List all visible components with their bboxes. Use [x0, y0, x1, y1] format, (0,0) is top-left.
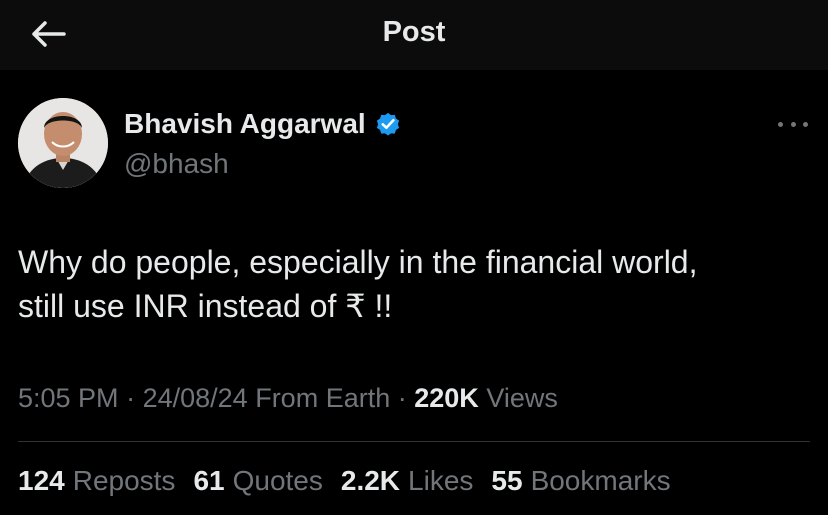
- separator: ·: [126, 383, 143, 413]
- likes-label: Likes: [408, 465, 474, 496]
- post-time[interactable]: 5:05 PM: [18, 383, 119, 413]
- avatar[interactable]: [18, 98, 108, 188]
- post-location: From Earth: [255, 383, 391, 413]
- views-count: 220K: [414, 383, 479, 413]
- page-title: Post: [382, 16, 446, 48]
- likes-count: 2.2K: [340, 465, 401, 496]
- dot-icon: [778, 121, 783, 127]
- post-text: Why do people, especially in the financi…: [18, 240, 808, 328]
- verified-badge-icon: [376, 112, 399, 136]
- reposts-stat[interactable]: 124 Reposts: [18, 465, 175, 497]
- engagement-stats: 124 Reposts 61 Quotes 2.2K Likes 55 Bookmark…: [18, 465, 689, 497]
- dot-icon: [790, 121, 796, 127]
- likes-stat[interactable]: 2.2K Likes: [341, 465, 474, 497]
- author-name[interactable]: Bhavish Aggarwal: [124, 108, 366, 140]
- avatar-image: [18, 98, 108, 188]
- bookmarks-count: 55: [491, 465, 523, 496]
- bookmarks-stat[interactable]: 55 Bookmarks: [491, 465, 670, 497]
- bookmarks-label: Bookmarks: [530, 465, 671, 496]
- reposts-count: 124: [18, 465, 65, 496]
- quotes-count: 61: [193, 465, 225, 496]
- quotes-stat[interactable]: 61 Quotes: [193, 465, 322, 497]
- divider: [18, 441, 810, 442]
- dot-icon: [803, 121, 808, 127]
- post-text-line: still use INR instead of ₹ !!: [18, 288, 393, 324]
- separator: ·: [397, 383, 415, 413]
- post-meta: 5:05 PM · 24/08/24 From Earth · 220K Vie…: [18, 383, 558, 414]
- reposts-label: Reposts: [72, 465, 176, 496]
- author-name-row[interactable]: Bhavish Aggarwal: [124, 108, 402, 140]
- more-options-button[interactable]: [778, 114, 808, 134]
- post-date[interactable]: 24/08/24: [143, 383, 248, 413]
- author-handle[interactable]: @bhash: [124, 148, 229, 180]
- top-bar: Post: [0, 0, 828, 70]
- post-text-line: Why do people, especially in the financi…: [18, 244, 698, 280]
- quotes-label: Quotes: [232, 465, 323, 496]
- views-label: Views: [486, 383, 558, 413]
